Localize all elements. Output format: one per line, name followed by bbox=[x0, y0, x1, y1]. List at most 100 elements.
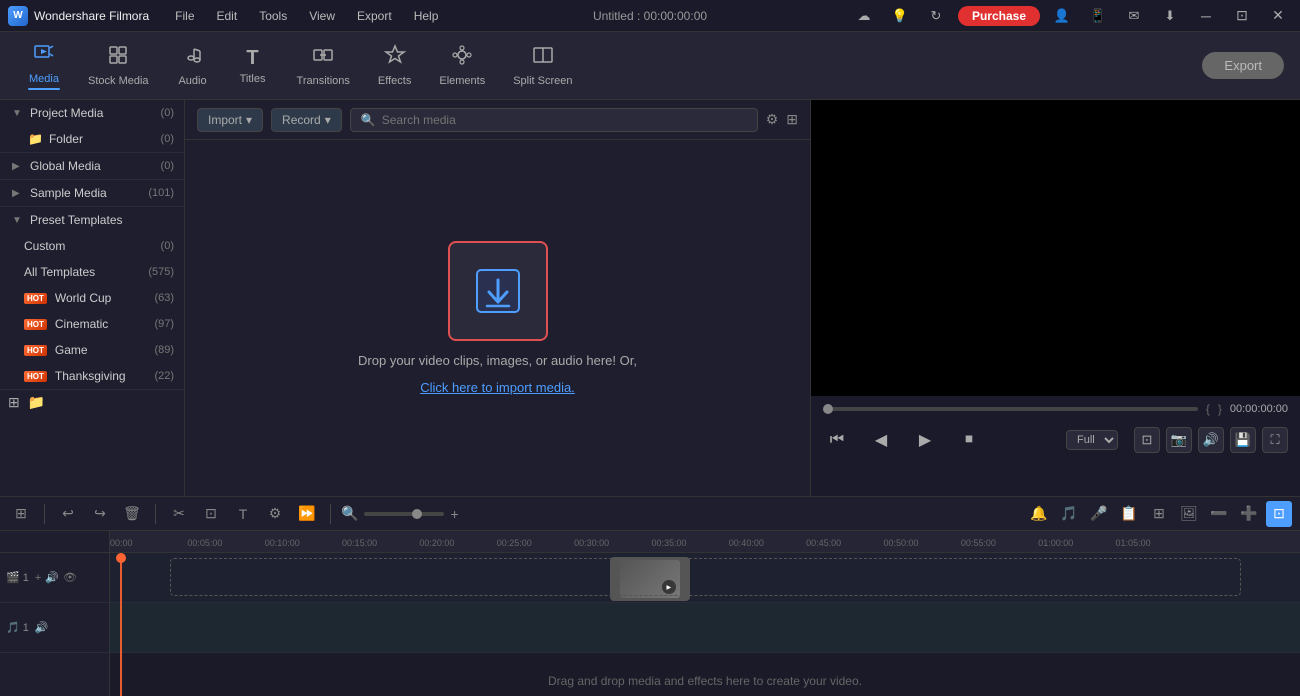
cloud-icon[interactable]: ☁ bbox=[850, 5, 878, 27]
ruler-mark-11: 00:55:00 bbox=[961, 538, 996, 548]
fullscreen-btn[interactable]: ⛶ bbox=[1262, 427, 1288, 453]
toolbar-item-transitions[interactable]: Transitions bbox=[285, 38, 362, 93]
scrubber-handle[interactable] bbox=[823, 404, 833, 414]
refresh-icon[interactable]: ↻ bbox=[922, 5, 950, 27]
import-button[interactable]: Import ▾ bbox=[197, 108, 263, 132]
video-add-btn[interactable]: + bbox=[35, 572, 41, 584]
template-cinematic-row[interactable]: HOT Cinematic (97) bbox=[0, 311, 184, 337]
menu-edit[interactable]: Edit bbox=[207, 5, 248, 27]
redo-button[interactable]: ↪ bbox=[87, 501, 113, 527]
toolbar-item-media[interactable]: Media bbox=[16, 36, 72, 96]
drag-drop-hint: Drag and drop media and effects here to … bbox=[548, 674, 862, 688]
main-area: ▼ Project Media (0) 📁 Folder (0) ▶ Globa… bbox=[0, 100, 1300, 496]
tl-icon-4[interactable]: 📋 bbox=[1116, 501, 1142, 527]
splitscreen-label: Split Screen bbox=[513, 75, 572, 87]
toolbar-item-splitscreen[interactable]: Split Screen bbox=[501, 38, 584, 93]
menu-view[interactable]: View bbox=[299, 5, 345, 27]
preset-templates-row[interactable]: ▼ Preset Templates bbox=[0, 207, 184, 233]
video-eye-btn[interactable]: 👁 bbox=[63, 571, 77, 584]
zoom-out-icon[interactable]: 🔍 bbox=[341, 505, 358, 522]
close-button[interactable]: ✕ bbox=[1264, 5, 1292, 27]
toolbar-item-audio[interactable]: Audio bbox=[165, 38, 221, 93]
template-all-row[interactable]: All Templates (575) bbox=[0, 259, 184, 285]
export-button[interactable]: Export bbox=[1202, 52, 1284, 79]
grid-view-icon[interactable]: ⊞ bbox=[786, 111, 798, 128]
quality-select[interactable]: Full 1/2 1/4 bbox=[1066, 430, 1118, 450]
user-icon[interactable]: 👤 bbox=[1048, 5, 1076, 27]
app-name: Wondershare Filmora bbox=[34, 9, 149, 23]
zoom-out-btn[interactable]: ➖ bbox=[1206, 501, 1232, 527]
preview-scrubber[interactable] bbox=[823, 407, 1198, 411]
template-game-count: (89) bbox=[154, 344, 174, 356]
audio-btn[interactable]: 🔊 bbox=[1198, 427, 1224, 453]
bulb-icon[interactable]: 💡 bbox=[886, 5, 914, 27]
filter-icon[interactable]: ⚙ bbox=[766, 111, 779, 128]
ruler-marks: 00:00 00:05:00 00:10:00 00:15:00 00:20:0… bbox=[110, 531, 1300, 550]
stop-button[interactable]: ⏹ bbox=[955, 426, 983, 454]
cut-button[interactable]: ✂ bbox=[166, 501, 192, 527]
global-media-row[interactable]: ▶ Global Media (0) bbox=[0, 153, 184, 179]
new-folder-icon[interactable]: 📁 bbox=[28, 394, 45, 411]
minimize-button[interactable]: ─ bbox=[1192, 5, 1220, 27]
toolbar-item-stock[interactable]: Stock Media bbox=[76, 38, 161, 93]
speed-button[interactable]: ⏩ bbox=[294, 501, 320, 527]
zoom-slider[interactable] bbox=[364, 512, 444, 516]
audio-label: Audio bbox=[178, 75, 206, 87]
play-reverse-button[interactable]: ◀ bbox=[867, 426, 895, 454]
tl-icon-5[interactable]: ⊞ bbox=[1146, 501, 1172, 527]
screenshot-btn[interactable]: 📷 bbox=[1166, 427, 1192, 453]
tl-icon-2[interactable]: 🎵 bbox=[1056, 501, 1082, 527]
add-folder-icon[interactable]: ⊞ bbox=[8, 394, 20, 411]
zoom-thumb[interactable] bbox=[412, 509, 422, 519]
tl-icon-last[interactable]: ⊡ bbox=[1266, 501, 1292, 527]
menu-tools[interactable]: Tools bbox=[249, 5, 297, 27]
template-game-row[interactable]: HOT Game (89) bbox=[0, 337, 184, 363]
download-icon[interactable]: ⬇ bbox=[1156, 5, 1184, 27]
left-panel-collapse[interactable]: ◀ bbox=[184, 283, 185, 313]
preset-templates-arrow: ▼ bbox=[12, 215, 24, 226]
video-audio-btn[interactable]: 🔊 bbox=[45, 571, 59, 584]
drop-text: Drop your video clips, images, or audio … bbox=[358, 353, 637, 368]
folder-row[interactable]: 📁 Folder (0) bbox=[0, 126, 184, 152]
play-button[interactable]: ▶ bbox=[911, 426, 939, 454]
toolbar-item-elements[interactable]: Elements bbox=[427, 38, 497, 93]
snapshot-btn[interactable]: ⊡ bbox=[1134, 427, 1160, 453]
template-worldcup-row[interactable]: HOT World Cup (63) bbox=[0, 285, 184, 311]
zoom-in-icon[interactable]: + bbox=[450, 506, 458, 522]
drop-zone[interactable]: Drop your video clips, images, or audio … bbox=[185, 140, 810, 496]
import-link[interactable]: Click here to import media. bbox=[420, 380, 575, 395]
audio-vol-btn[interactable]: 🔊 bbox=[35, 621, 49, 634]
template-custom-row[interactable]: Custom (0) bbox=[0, 233, 184, 259]
project-media-row[interactable]: ▼ Project Media (0) bbox=[0, 100, 184, 126]
titles-label: Titles bbox=[240, 73, 266, 85]
save-frame-btn[interactable]: 💾 bbox=[1230, 427, 1256, 453]
template-thanksgiving-row[interactable]: HOT Thanksgiving (22) bbox=[0, 363, 184, 389]
undo-button[interactable]: ↩ bbox=[55, 501, 81, 527]
record-label: Record bbox=[282, 113, 321, 127]
sample-media-row[interactable]: ▶ Sample Media (101) bbox=[0, 180, 184, 206]
record-button[interactable]: Record ▾ bbox=[271, 108, 342, 132]
template-custom-count: (0) bbox=[161, 240, 174, 252]
zoom-in-btn[interactable]: ➕ bbox=[1236, 501, 1262, 527]
toolbar-item-titles[interactable]: T Titles bbox=[225, 41, 281, 91]
crop-button[interactable]: ⊡ bbox=[198, 501, 224, 527]
phone-icon[interactable]: 📱 bbox=[1084, 5, 1112, 27]
timeline-grid-btn[interactable]: ⊞ bbox=[8, 501, 34, 527]
text-button[interactable]: T bbox=[230, 501, 256, 527]
step-back-button[interactable]: ⏮ bbox=[823, 426, 851, 454]
search-input[interactable] bbox=[382, 113, 747, 127]
tl-icon-6[interactable]: 🖼 bbox=[1176, 501, 1202, 527]
delete-button[interactable]: 🗑 bbox=[119, 501, 145, 527]
color-button[interactable]: ⚙ bbox=[262, 501, 288, 527]
folder-label: Folder bbox=[49, 132, 155, 146]
menu-file[interactable]: File bbox=[165, 5, 204, 27]
mail-icon[interactable]: ✉ bbox=[1120, 5, 1148, 27]
menu-export[interactable]: Export bbox=[347, 5, 402, 27]
playhead[interactable] bbox=[120, 553, 122, 696]
purchase-button[interactable]: Purchase bbox=[958, 6, 1040, 26]
tl-icon-1[interactable]: 🔔 bbox=[1026, 501, 1052, 527]
menu-help[interactable]: Help bbox=[404, 5, 449, 27]
maximize-button[interactable]: ⊡ bbox=[1228, 5, 1256, 27]
tl-icon-3[interactable]: 🎤 bbox=[1086, 501, 1112, 527]
toolbar-item-effects[interactable]: Effects bbox=[366, 38, 423, 93]
